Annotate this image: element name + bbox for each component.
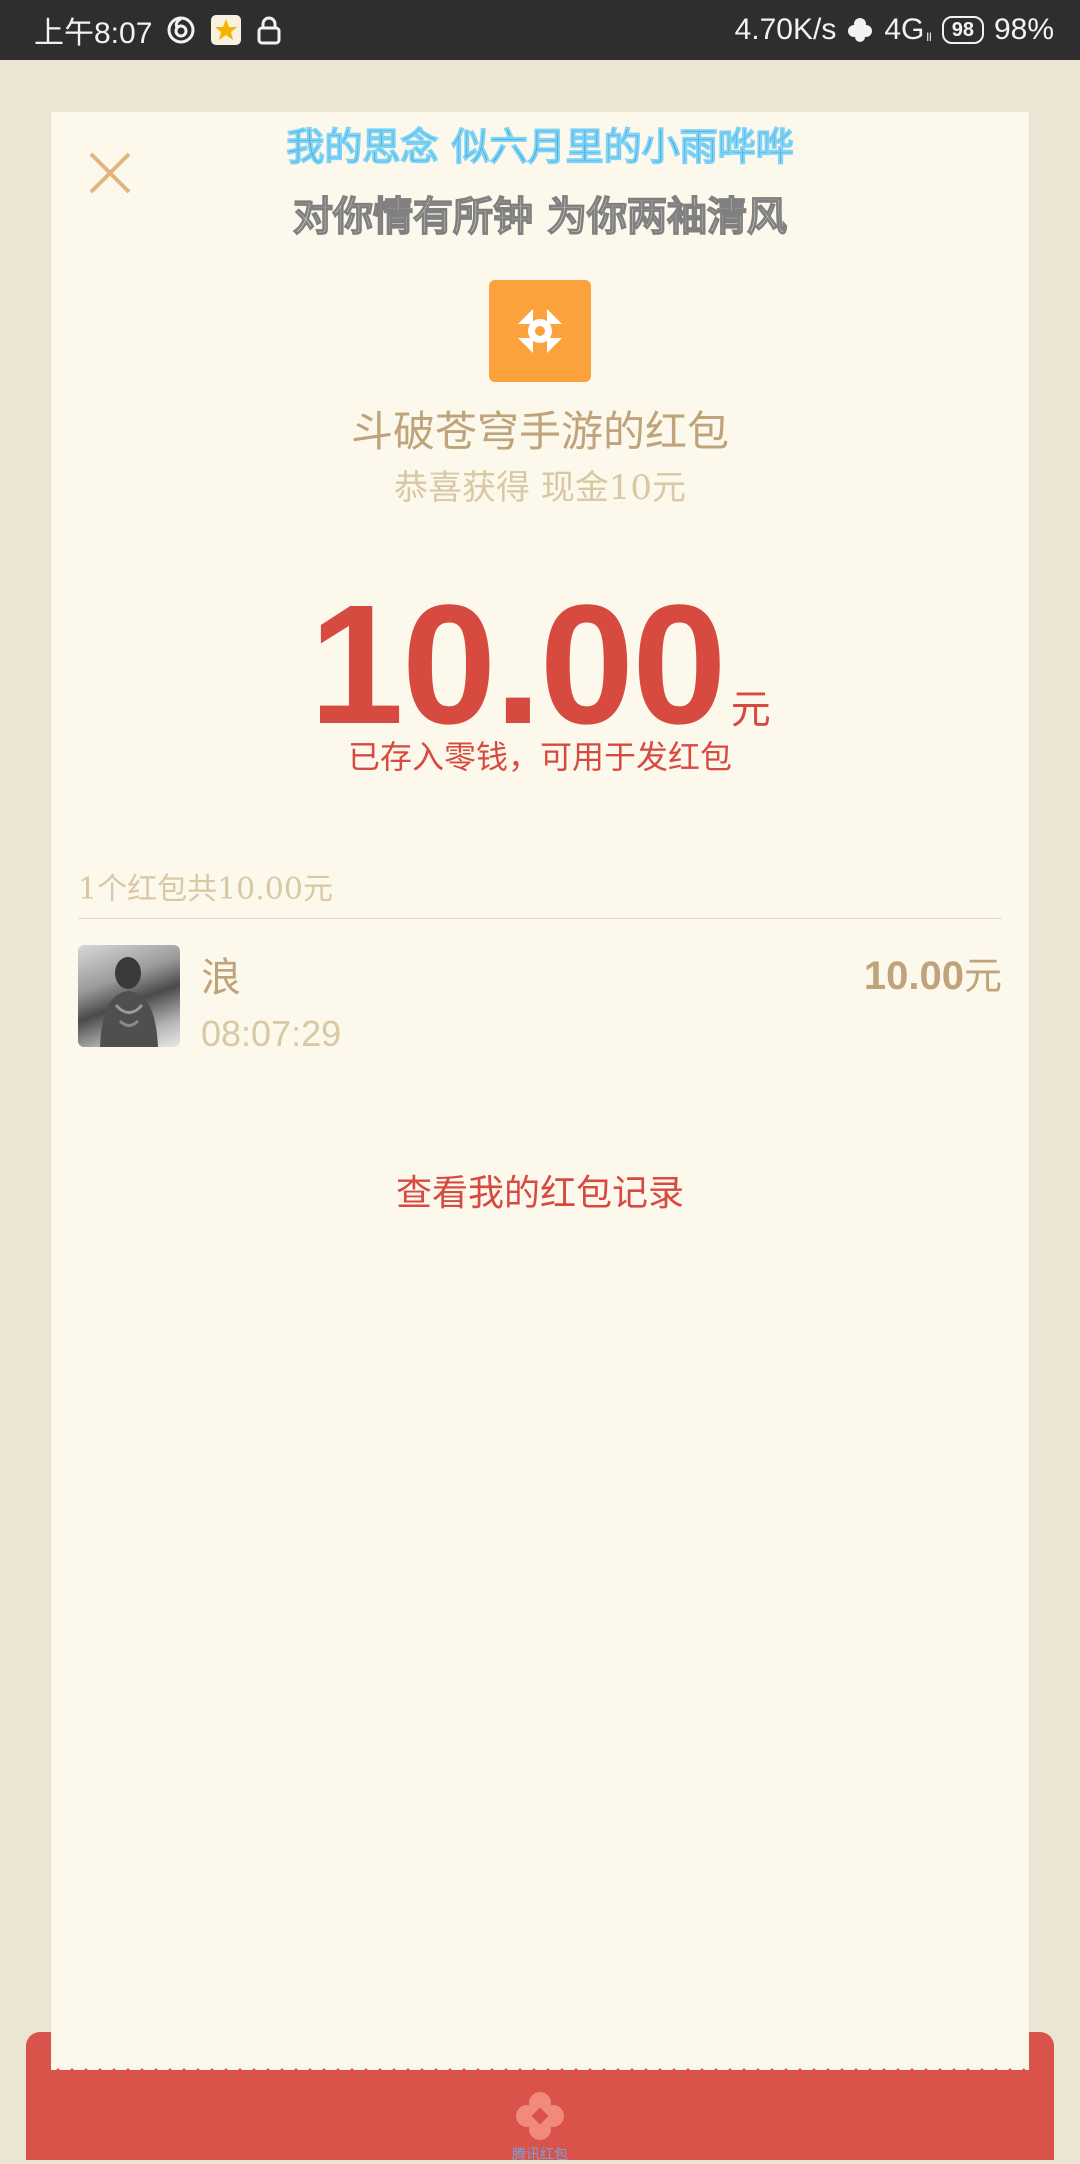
envelope-label: 腾讯红包 [512,2147,568,2163]
clover-icon [846,16,874,44]
sender-title: 斗破苍穹手游的红包 [350,407,729,456]
sender-subtitle: 恭喜获得 现金10元 [393,468,687,508]
star-app-icon [210,14,242,46]
record-time: 08:07:29 [201,1013,342,1054]
battery-icon: 98 [941,16,984,44]
banner-line-2: 对你情有所钟 为你两袖清风 [292,193,787,240]
flower-logo-icon [516,2092,564,2140]
record-amount: 10.00元 [864,945,1002,1000]
view-history-link[interactable]: 查看我的红包记录 [51,1164,1029,1216]
status-bar: 上午8:07 4.70K/s 4G ll 98 98% [0,0,1080,60]
netease-music-icon [166,15,196,45]
amount-note[interactable]: 已存入零钱，可用于发红包 [51,732,1029,778]
clock: 上午8:07 [34,17,153,50]
game-logo-icon [507,298,573,364]
lock-icon [256,15,282,45]
avatar[interactable] [78,945,180,1047]
red-packet-detail-card: 我的思念 似六月里的小雨哗哗 对你情有所钟 为你两袖清风 斗破苍穹手游的红包 恭… [51,112,1029,2082]
record-amount-value: 10.00 [863,954,964,998]
signal-icon: ll [926,30,932,44]
divider [78,918,1002,919]
envelope-zigzag-edge [51,2068,1029,2084]
amount-unit: 元 [730,687,771,733]
banner-line-1: 我的思念 似六月里的小雨哗哗 [286,125,794,170]
packet-summary: 1个红包共10.00元 [78,872,333,907]
record-amount-unit: 元 [963,954,1002,998]
network-speed: 4.70K/s [734,13,837,46]
network-type: 4G [884,13,925,46]
sender-app-logo [489,280,591,382]
battery-percent: 98% [993,13,1054,46]
record-name: 浪 [201,955,241,1001]
list-item[interactable]: 浪 08:07:29 10.00元 [78,945,1002,1055]
